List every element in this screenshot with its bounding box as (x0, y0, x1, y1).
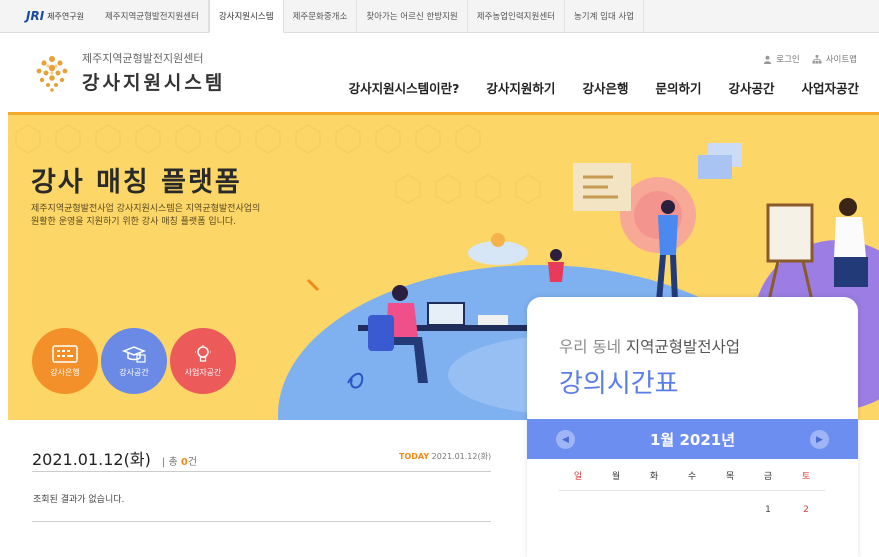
chevron-right-icon: ▶ (816, 434, 823, 445)
weekday-thu: 목 (725, 472, 735, 482)
nav-inquiry[interactable]: 문의하기 (655, 78, 701, 97)
site-tab-machinery[interactable]: 농기계 임대 사업 (564, 0, 645, 32)
list-divider-top (32, 471, 491, 472)
chevron-left-icon: ◀ (562, 434, 569, 445)
nav-apply[interactable]: 강사지원하기 (486, 78, 555, 97)
count-unit: 건 (187, 457, 198, 468)
calendar-subtitle-pre: 우리 동네 (559, 338, 621, 356)
user-icon (764, 55, 772, 64)
next-month-button[interactable]: ▶ (810, 430, 829, 449)
utility-links: 로그인 사이트맵 (763, 53, 857, 65)
logo-subtitle: 제주지역균형발전지원센터 (82, 52, 204, 65)
count-label: 총 (168, 457, 178, 468)
prev-month-button[interactable]: ◀ (556, 430, 575, 449)
sitemap-icon (812, 54, 822, 64)
calendar-month: 1월 (649, 430, 675, 449)
logo-emblem-icon (36, 55, 68, 92)
calendar-day (597, 505, 635, 515)
quick-instructor-bank-button[interactable]: 강사은행 (32, 328, 98, 394)
weekday-mon: 월 (611, 472, 621, 482)
nav-instructor-bank[interactable]: 강사은행 (582, 78, 628, 97)
today-label: TODAY (399, 452, 430, 461)
weekday-sat: 토 (801, 472, 811, 482)
calendar-title: 강의시간표 (559, 369, 679, 399)
list-divider-bottom (32, 521, 491, 522)
login-link[interactable]: 로그인 (763, 53, 800, 65)
result-count: | 총 0건 (161, 457, 198, 468)
count-value: 0 (180, 457, 188, 468)
quick-instructor-space-label: 강사공간 (119, 367, 149, 377)
hero-title: 강사 매칭 플랫폼 (31, 167, 242, 198)
jri-logo-text: 제주연구원 (47, 11, 84, 21)
calendar-day (711, 505, 749, 515)
empty-message: 조회된 결과가 없습니다. (33, 495, 125, 505)
hero-description: 제주지역균형발전사업 강사지원시스템은 지역균형발전사업의 원활한 운영을 지원… (31, 203, 311, 229)
sitemap-label: 사이트맵 (825, 55, 857, 65)
calendar-day[interactable]: 1 (749, 505, 787, 515)
quick-instructor-bank-label: 강사은행 (50, 367, 80, 377)
calendar-week-1: 1 2 (559, 505, 825, 515)
lecture-calendar: 우리 동네 지역균형발전사업 강의시간표 ◀ 1월 2021년 ▶ 일 월 화 … (527, 297, 858, 557)
main-nav: 강사지원시스템이란? 강사지원하기 강사은행 문의하기 강사공간 사업자공간 (349, 78, 859, 97)
site-tab-instructor-system[interactable]: 강사지원시스템 (208, 0, 284, 33)
quick-business-space-button[interactable]: 사업자공간 (170, 328, 236, 394)
today-indicator: TODAY 2021.01.12(화) (399, 451, 491, 462)
selected-date-heading: 2021.01.12(화) | 총 0건 (32, 446, 197, 470)
calendar-weekdays: 일 월 화 수 목 금 토 (559, 469, 825, 491)
calendar-day (673, 505, 711, 515)
calendar-subtitle: 우리 동네 지역균형발전사업 (559, 335, 740, 357)
calendar-day (635, 505, 673, 515)
weekday-wed: 수 (687, 472, 697, 482)
site-tab-balance-center[interactable]: 제주지역균형발전지원센터 (95, 0, 209, 32)
calendar-year: 2021년 (679, 430, 736, 449)
nav-instructor-space[interactable]: 강사공간 (728, 78, 774, 97)
calendar-day (559, 505, 597, 515)
nav-business-space[interactable]: 사업자공간 (801, 78, 859, 97)
site-tab-culture[interactable]: 제주문화중개소 (283, 0, 358, 32)
weekday-fri: 금 (763, 472, 773, 482)
today-date: 2021.01.12(화) (431, 452, 492, 461)
hero-desc-line-2: 원활한 운영을 지원하기 위한 강사 매칭 플랫폼 입니다. (31, 217, 237, 227)
jri-mark: JRI (26, 9, 45, 23)
graduation-icon (121, 345, 147, 363)
site-tab-agri-labor[interactable]: 제주농업인력지원센터 (467, 0, 565, 32)
quick-business-space-label: 사업자공간 (184, 367, 222, 377)
calendar-day[interactable]: 2 (787, 505, 825, 515)
header: 제주지역균형발전지원센터 강사지원시스템 로그인 사이트맵 강사지원시스템이란?… (0, 33, 879, 112)
calendar-month-bar: ◀ 1월 2021년 ▶ (527, 419, 858, 459)
nav-about[interactable]: 강사지원시스템이란? (349, 78, 460, 97)
sitemap-link[interactable]: 사이트맵 (812, 53, 857, 65)
hero-desc-line-1: 제주지역균형발전사업 강사지원시스템은 지역균형발전사업의 (31, 204, 261, 214)
lightbulb-icon (195, 344, 211, 362)
quick-instructor-space-button[interactable]: 강사공간 (101, 328, 167, 394)
weekday-tue: 화 (649, 472, 659, 482)
login-label: 로그인 (776, 55, 800, 65)
site-tab-senior-medicine[interactable]: 찾아가는 어르신 한방지원 (357, 0, 468, 32)
jri-logo[interactable]: JRI 제주연구원 (26, 0, 96, 32)
calculator-icon (52, 344, 78, 363)
site-tabs: JRI 제주연구원 제주지역균형발전지원센터 강사지원시스템 제주문화중개소 찾… (0, 0, 879, 33)
weekday-sun: 일 (573, 472, 583, 482)
calendar-subtitle-post: 지역균형발전사업 (625, 338, 740, 356)
site-logo[interactable]: 제주지역균형발전지원센터 강사지원시스템 (30, 50, 225, 95)
selected-date: 2021.01.12(화) (32, 450, 151, 469)
logo-title: 강사지원시스템 (82, 72, 226, 94)
